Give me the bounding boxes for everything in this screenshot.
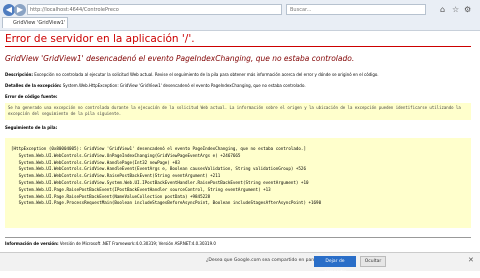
divider: [5, 46, 471, 47]
source-error-box: Se ha generado una excepción no controla…: [5, 103, 471, 120]
close-icon[interactable]: ✕: [468, 256, 474, 264]
forward-icon[interactable]: ▶: [14, 4, 26, 16]
star-icon[interactable]: ☆: [452, 5, 459, 14]
browser-chrome: ◀ ▶ http://localhost:4644/ControlePreco …: [0, 0, 480, 31]
stack-trace-box: [HttpException (0x80004005): GridView 'G…: [5, 138, 471, 228]
stack-line: System.Web.UI.Page.RaisePostBackEvent(Na…: [11, 193, 211, 199]
version-text: Versión de Microsoft .NET Framework:4.0.…: [59, 241, 216, 246]
description-label: Descripción:: [5, 72, 33, 77]
error-page: Error de servidor en la aplicación '/'. …: [0, 31, 480, 253]
divider: [5, 237, 471, 238]
stack-line: System.Web.UI.WebControls.GridView.Handl…: [11, 166, 306, 172]
stack-line: [HttpException (0x80004005): GridView 'G…: [11, 146, 306, 151]
screen-share-notification: ¿Desea que Google.com sea compartido en …: [0, 252, 480, 275]
hide-button[interactable]: Ocultar: [360, 256, 386, 267]
search-input[interactable]: Buscar...: [286, 4, 426, 15]
notification-text: ¿Desea que Google.com sea compartido en …: [206, 258, 327, 263]
version-label: Información de versión:: [5, 241, 59, 246]
description-text: Excepción no controlada al ejecutar la s…: [34, 72, 379, 77]
page-title: Error de servidor en la aplicación '/'.: [5, 33, 195, 45]
exception-text: System.Web.HttpException: GridView 'Grid…: [62, 83, 306, 88]
exception-label: Detalles de la excepción:: [5, 83, 62, 88]
exception-line: Detalles de la excepción: System.Web.Htt…: [5, 83, 306, 88]
stack-line: System.Web.UI.WebControls.GridView.OnPag…: [11, 152, 241, 158]
home-icon[interactable]: ⌂: [440, 5, 445, 14]
stack-line: System.Web.UI.WebControls.GridView.Raise…: [11, 173, 221, 179]
stack-line: System.Web.UI.Page.RaisePostBackEvent(IP…: [11, 186, 271, 192]
error-subtitle: GridView 'GridView1' desencadenó el even…: [5, 54, 355, 63]
address-bar[interactable]: http://localhost:4644/ControlePreco: [27, 4, 282, 15]
stack-line: System.Web.UI.Page.ProcessRequestMain(Bo…: [11, 200, 322, 206]
version-info: Información de versión: Versión de Micro…: [5, 241, 216, 246]
stack-line: System.Web.UI.WebControls.GridView.Syste…: [11, 179, 309, 185]
description-line: Descripción: Excepción no controlada al …: [5, 72, 379, 77]
stack-trace-label: Seguimiento de la pila:: [5, 125, 58, 130]
gear-icon[interactable]: ⚙: [464, 5, 471, 14]
stack-line: System.Web.UI.WebControls.GridView.Handl…: [11, 159, 180, 165]
source-error-label: Error de código fuente:: [5, 94, 58, 99]
browser-tab[interactable]: GridView 'GridView1' desen...: [2, 17, 68, 28]
stop-sharing-button[interactable]: Dejar de compartir: [314, 256, 356, 275]
